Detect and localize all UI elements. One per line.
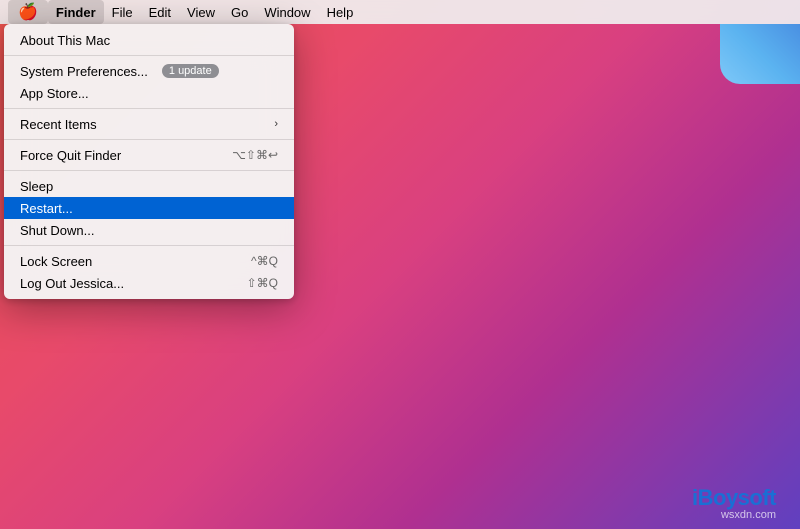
force-quit-shortcut: ⌥⇧⌘↩ <box>232 148 278 162</box>
restart-item[interactable]: Restart... <box>4 197 294 219</box>
view-menu-button[interactable]: View <box>179 0 223 24</box>
wsxdn-text: wsxdn.com <box>721 509 776 521</box>
logout-label: Log Out Jessica... <box>20 276 124 291</box>
system-preferences-item[interactable]: System Preferences... 1 update <box>4 60 294 82</box>
sleep-item[interactable]: Sleep <box>4 175 294 197</box>
watermark-text: iBoysoft <box>692 485 776 510</box>
app-store-label: App Store... <box>20 86 89 101</box>
go-menu-label: Go <box>231 5 248 20</box>
corner-decoration <box>720 24 800 84</box>
sleep-label: Sleep <box>20 179 53 194</box>
window-menu-button[interactable]: Window <box>256 0 318 24</box>
view-menu-label: View <box>187 5 215 20</box>
recent-items-chevron: › <box>274 118 278 130</box>
desktop: 🍎 Finder File Edit View Go Window Help A… <box>0 0 800 529</box>
system-preferences-label: System Preferences... <box>20 64 148 79</box>
menu-separator-4 <box>4 170 294 171</box>
recent-items-label: Recent Items <box>20 117 97 132</box>
help-menu-button[interactable]: Help <box>319 0 362 24</box>
menu-separator-1 <box>4 55 294 56</box>
edit-menu-button[interactable]: Edit <box>141 0 179 24</box>
finder-menu-button[interactable]: Finder <box>48 0 104 24</box>
apple-icon: 🍎 <box>18 2 38 22</box>
menubar: 🍎 Finder File Edit View Go Window Help <box>0 0 800 24</box>
recent-items-item[interactable]: Recent Items › <box>4 113 294 135</box>
apple-menu-button[interactable]: 🍎 <box>8 0 48 24</box>
app-store-item[interactable]: App Store... <box>4 82 294 104</box>
restart-label: Restart... <box>20 201 73 216</box>
about-this-mac-label: About This Mac <box>20 33 110 48</box>
file-menu-label: File <box>112 5 133 20</box>
iboysoft-watermark: iBoysoft <box>692 485 776 511</box>
menu-separator-3 <box>4 139 294 140</box>
force-quit-item[interactable]: Force Quit Finder ⌥⇧⌘↩ <box>4 144 294 166</box>
lock-screen-item[interactable]: Lock Screen ^⌘Q <box>4 250 294 272</box>
menu-separator-5 <box>4 245 294 246</box>
logout-item[interactable]: Log Out Jessica... ⇧⌘Q <box>4 272 294 294</box>
shutdown-label: Shut Down... <box>20 223 94 238</box>
apple-dropdown-menu: About This Mac System Preferences... 1 u… <box>4 24 294 299</box>
finder-menu-label: Finder <box>56 5 96 20</box>
logout-shortcut: ⇧⌘Q <box>247 276 278 290</box>
shutdown-item[interactable]: Shut Down... <box>4 219 294 241</box>
window-menu-label: Window <box>264 5 310 20</box>
force-quit-label: Force Quit Finder <box>20 148 121 163</box>
help-menu-label: Help <box>327 5 354 20</box>
wsxdn-watermark: wsxdn.com <box>721 509 776 521</box>
file-menu-button[interactable]: File <box>104 0 141 24</box>
edit-menu-label: Edit <box>149 5 171 20</box>
go-menu-button[interactable]: Go <box>223 0 256 24</box>
menu-separator-2 <box>4 108 294 109</box>
lock-screen-label: Lock Screen <box>20 254 92 269</box>
about-this-mac-item[interactable]: About This Mac <box>4 29 294 51</box>
update-badge: 1 update <box>162 64 219 78</box>
lock-screen-shortcut: ^⌘Q <box>251 254 278 268</box>
